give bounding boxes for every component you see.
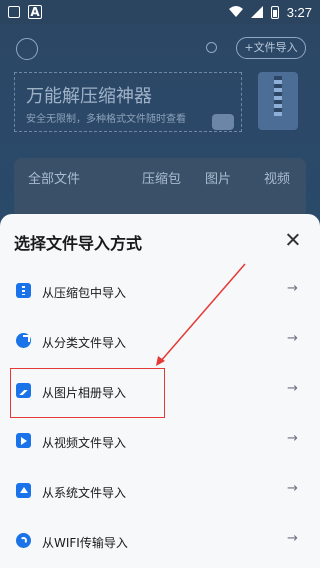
- status-bar: A 3:27: [0, 0, 320, 24]
- status-right: 3:27: [228, 4, 312, 20]
- image-icon: [8, 6, 20, 18]
- annotation-arrow-icon: [156, 263, 246, 366]
- wifi-icon: [228, 6, 243, 17]
- battery-icon: [270, 5, 279, 19]
- status-left: A: [8, 5, 42, 19]
- screen: A 3:27 +文件导入 万能解压缩神器 安全无限制，多种格式文件随时查看 全部…: [0, 0, 320, 568]
- status-time: 3:27: [286, 4, 312, 20]
- a-icon: A: [28, 5, 42, 19]
- signal-icon: [250, 6, 263, 18]
